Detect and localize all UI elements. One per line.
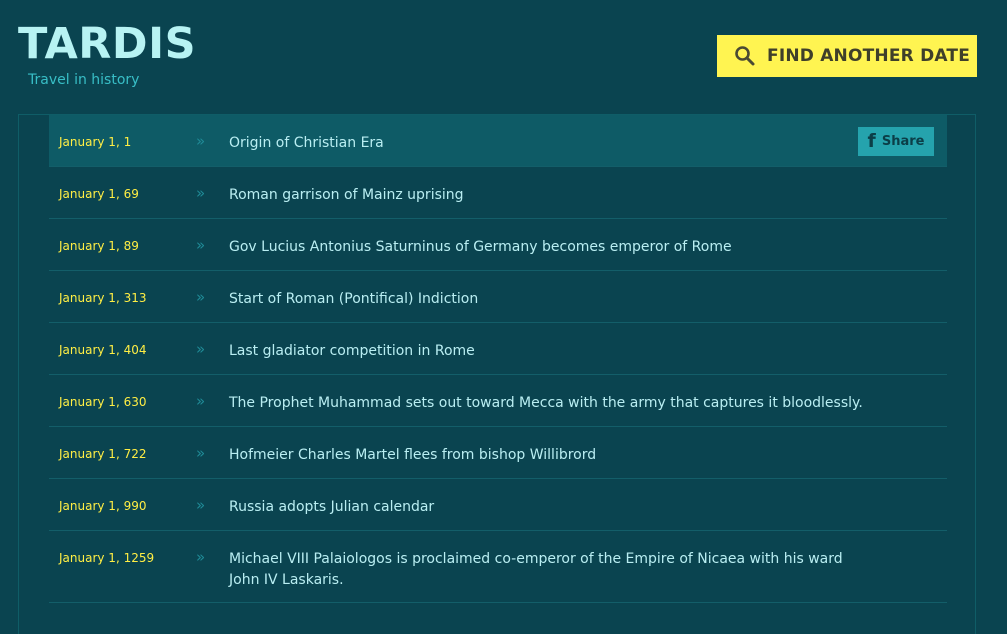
search-icon xyxy=(734,45,756,67)
event-text: Gov Lucius Antonius Saturninus of German… xyxy=(229,239,732,255)
double-chevron-right-icon: » xyxy=(196,236,206,254)
event-text: Start of Roman (Pontifical) Indiction xyxy=(229,291,479,307)
double-chevron-right-icon: » xyxy=(196,392,206,410)
event-row[interactable]: January 1, 89 » Gov Lucius Antonius Satu… xyxy=(49,219,947,271)
events-list: January 1, 1 » Origin of Christian Era f… xyxy=(49,115,947,603)
event-date: January 1, 990 xyxy=(59,499,147,513)
double-chevron-right-icon: » xyxy=(196,184,206,202)
find-another-date-label: FIND ANOTHER DATE xyxy=(767,46,971,66)
event-date: January 1, 722 xyxy=(59,447,147,461)
double-chevron-right-icon: » xyxy=(196,340,206,358)
double-chevron-right-icon: » xyxy=(196,444,206,462)
share-label: Share xyxy=(881,134,925,149)
event-text: Roman garrison of Mainz uprising xyxy=(229,187,464,203)
header: TARDIS Travel in history FIND ANOTHER DA… xyxy=(0,0,1007,114)
find-another-date-button[interactable]: FIND ANOTHER DATE xyxy=(717,35,977,77)
event-date: January 1, 69 xyxy=(59,187,139,201)
event-date: January 1, 404 xyxy=(59,343,147,357)
facebook-icon: f xyxy=(867,130,876,152)
event-date: January 1, 1259 xyxy=(59,551,155,565)
logo[interactable]: TARDIS xyxy=(18,23,196,66)
event-text: The Prophet Muhammad sets out toward Mec… xyxy=(229,395,863,411)
event-row[interactable]: January 1, 630 » The Prophet Muhammad se… xyxy=(49,375,947,427)
double-chevron-right-icon: » xyxy=(196,548,206,566)
event-row[interactable]: January 1, 722 » Hofmeier Charles Martel… xyxy=(49,427,947,479)
event-text: Michael VIII Palaiologos is proclaimed c… xyxy=(229,551,843,588)
event-row[interactable]: January 1, 404 » Last gladiator competit… xyxy=(49,323,947,375)
event-row[interactable]: January 1, 990 » Russia adopts Julian ca… xyxy=(49,479,947,531)
events-panel: January 1, 1 » Origin of Christian Era f… xyxy=(18,114,976,634)
event-row[interactable]: January 1, 1259 » Michael VIII Palaiolog… xyxy=(49,531,947,603)
event-date: January 1, 313 xyxy=(59,291,147,305)
event-text: Hofmeier Charles Martel flees from bisho… xyxy=(229,447,597,463)
double-chevron-right-icon: » xyxy=(196,496,206,514)
event-text: Origin of Christian Era xyxy=(229,135,384,151)
tagline: Travel in history xyxy=(28,72,140,88)
double-chevron-right-icon: » xyxy=(196,288,206,306)
event-date: January 1, 89 xyxy=(59,239,139,253)
event-row[interactable]: January 1, 313 » Start of Roman (Pontifi… xyxy=(49,271,947,323)
event-row[interactable]: January 1, 1 » Origin of Christian Era f… xyxy=(49,115,947,167)
event-date: January 1, 1 xyxy=(59,135,132,149)
event-date: January 1, 630 xyxy=(59,395,147,409)
share-button[interactable]: f Share xyxy=(858,127,934,156)
event-text: Russia adopts Julian calendar xyxy=(229,499,435,515)
event-text: Last gladiator competition in Rome xyxy=(229,343,475,359)
double-chevron-right-icon: » xyxy=(196,132,206,150)
event-row[interactable]: January 1, 69 » Roman garrison of Mainz … xyxy=(49,167,947,219)
